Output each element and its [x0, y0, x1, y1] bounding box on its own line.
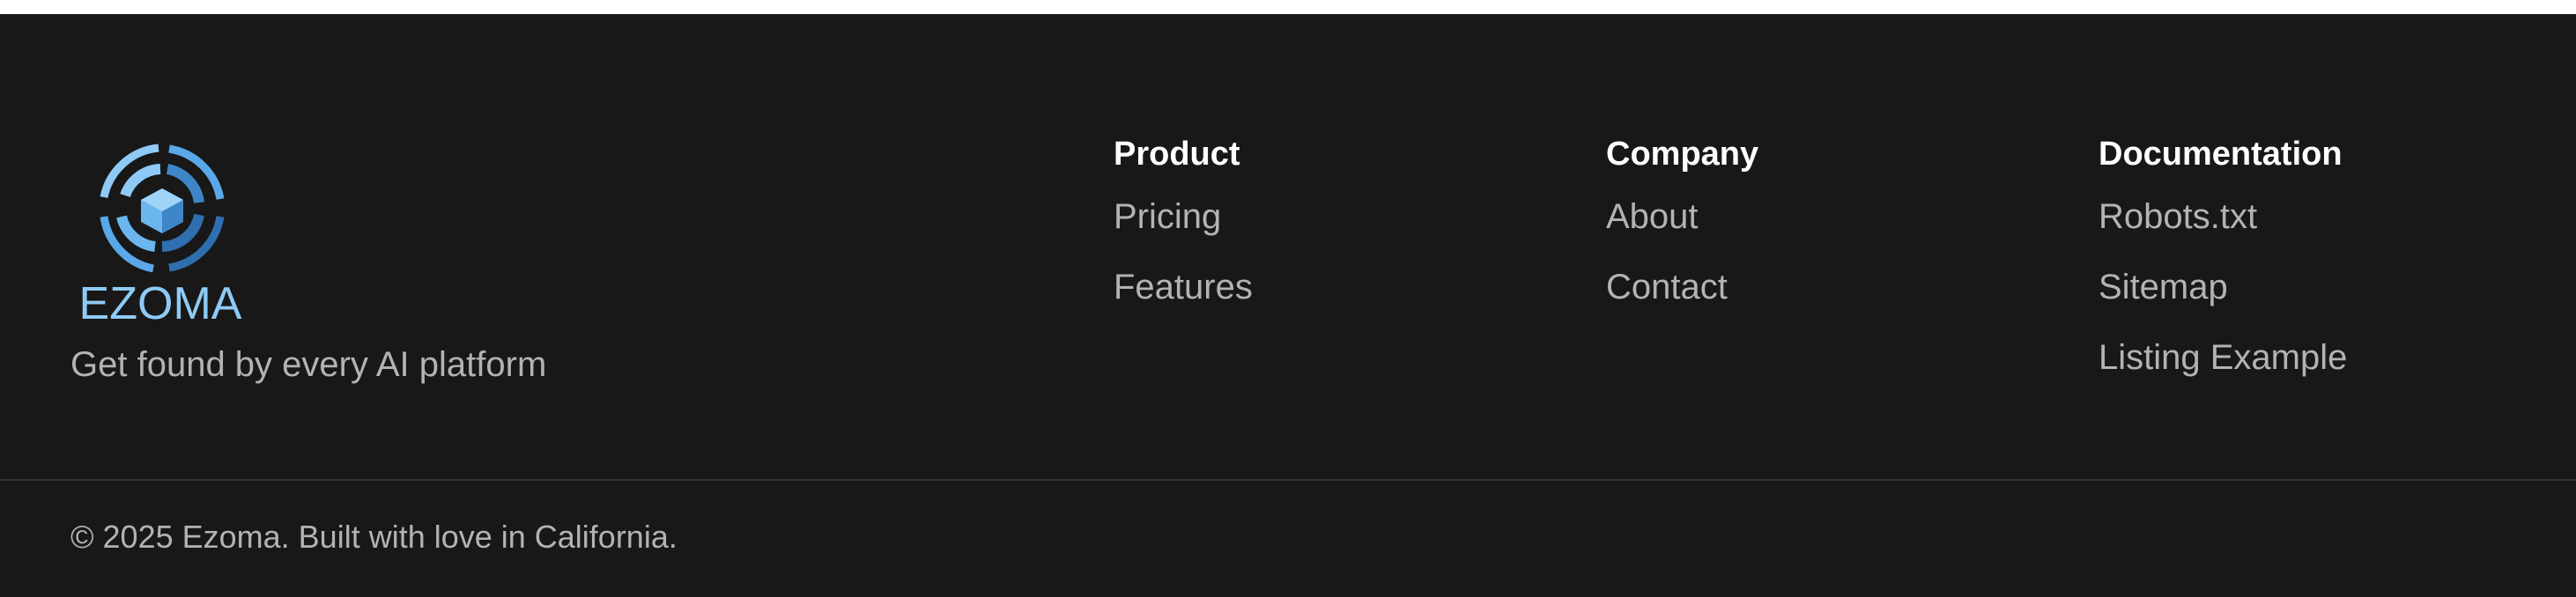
footer-divider — [0, 479, 2576, 481]
logo-wordmark: EZOMA — [79, 278, 242, 329]
ezoma-hex-logo-icon[interactable]: EZOMA — [70, 118, 247, 329]
footer-link-contact[interactable]: Contact — [1606, 266, 1976, 308]
footer-link-pricing[interactable]: Pricing — [1114, 195, 1484, 238]
footer-column-documentation: Documentation Robots.txt Sitemap Listing… — [2099, 134, 2469, 407]
column-heading-documentation: Documentation — [2099, 136, 2343, 173]
column-heading-company: Company — [1606, 136, 1759, 173]
footer-column-product: Product Pricing Features — [1114, 134, 1484, 336]
column-heading-product: Product — [1114, 136, 1240, 173]
footer-column-company: Company About Contact — [1606, 134, 1976, 336]
footer-link-sitemap[interactable]: Sitemap — [2099, 266, 2469, 308]
site-footer: EZOMA Get found by every AI platform Pro… — [0, 14, 2576, 597]
footer-link-listing-example[interactable]: Listing Example — [2099, 336, 2469, 379]
copyright-notice: © 2025 Ezoma. Built with love in Califor… — [70, 519, 677, 555]
footer-link-robots-txt[interactable]: Robots.txt — [2099, 195, 2469, 238]
footer-link-features[interactable]: Features — [1114, 266, 1484, 308]
brand-tagline: Get found by every AI platform — [70, 345, 547, 384]
footer-link-about[interactable]: About — [1606, 195, 1976, 238]
